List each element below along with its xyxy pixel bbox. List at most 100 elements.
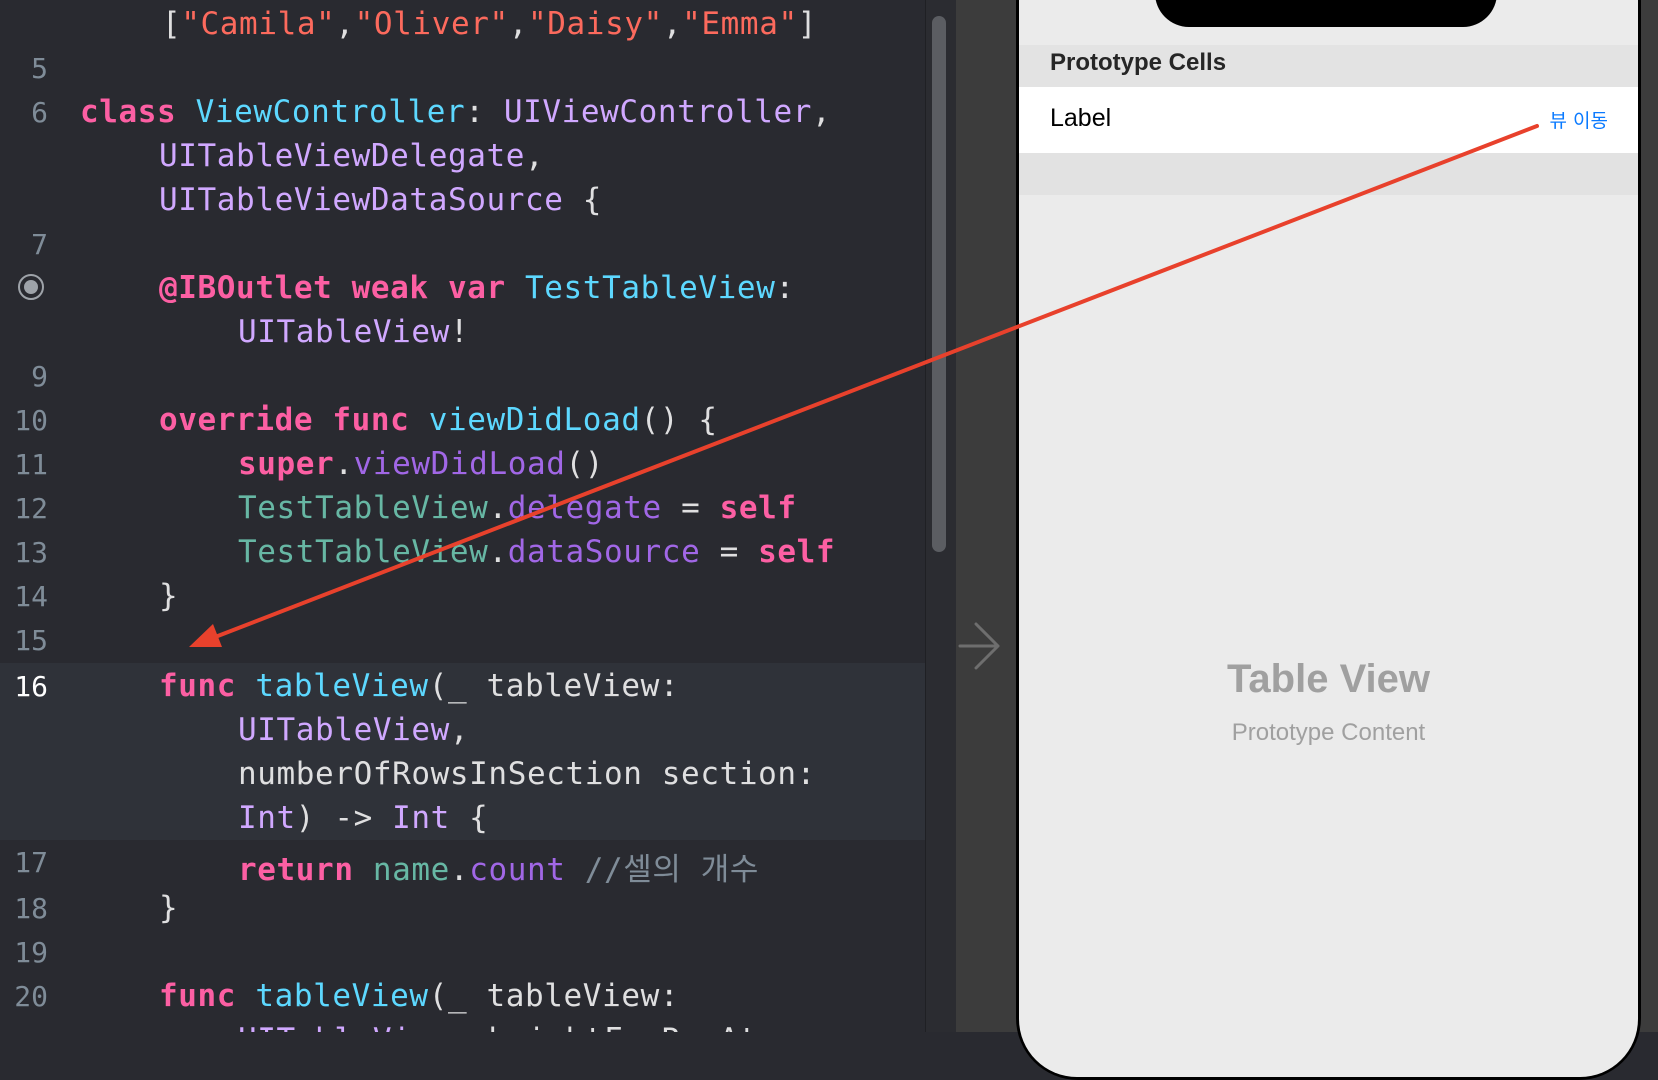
code-token: ViewController (195, 94, 466, 130)
code-line[interactable]: UITableViewDataSource { (0, 182, 925, 226)
code-line[interactable]: 15 (0, 622, 925, 666)
code-line[interactable]: UITableViewDelegate, (0, 138, 925, 182)
code-text: UITableViewDataSource { (159, 182, 602, 218)
code-line[interactable]: 18} (0, 890, 925, 934)
code-token: func (332, 402, 410, 438)
code-line[interactable]: 5 (0, 50, 925, 94)
code-text: UITableView, heightForRowAt (238, 1022, 758, 1032)
code-token: self (758, 534, 836, 570)
code-token: : (465, 94, 504, 130)
code-token: UITableViewDelegate (159, 138, 526, 174)
code-token: override (159, 402, 314, 438)
code-editor[interactable]: ["Camila","Oliver","Daisy","Emma"] 5 6 clas… (0, 0, 925, 1032)
code-line[interactable]: 20 func tableView(_ tableView: (0, 978, 925, 1022)
code-token: , (335, 6, 355, 42)
code-text: UITableView, (238, 712, 469, 748)
code-token: func (159, 978, 237, 1014)
code-text: } (159, 578, 178, 614)
code-token: super (238, 446, 335, 482)
code-token: [ (162, 6, 182, 42)
code-token: . (334, 446, 354, 482)
line-number: 6 (31, 96, 48, 129)
line-number: 19 (14, 936, 48, 969)
cell-label[interactable]: Label (1050, 104, 1111, 133)
prototype-cell[interactable] (1019, 87, 1638, 153)
code-line[interactable]: 17 return name.count //셀의 개수 (0, 844, 925, 888)
code-text: UITableView! (238, 314, 469, 350)
code-text: return name.count //셀의 개수 (238, 844, 759, 889)
code-token: . (488, 534, 508, 570)
code-line[interactable]: 10 override func viewDidLoad() { (0, 402, 925, 446)
code-line[interactable]: UITableView! (0, 314, 925, 358)
code-token: viewDidLoad (353, 446, 566, 482)
editor-scrollbar-thumb[interactable] (932, 16, 946, 552)
segue-arrow-icon (958, 622, 1000, 670)
code-token: , (812, 94, 832, 130)
outlet-connection-icon[interactable] (18, 274, 44, 300)
code-token: count (469, 852, 566, 888)
code-text: Int) -> Int { (238, 800, 488, 836)
code-line[interactable]: 6 class ViewController: UIViewController, (0, 94, 925, 138)
code-line[interactable]: @IBOutlet weak var TestTableView: (0, 270, 925, 314)
code-token: (_ tableView: (428, 978, 680, 1014)
code-token: ! (449, 314, 470, 350)
code-token: delegate (507, 490, 662, 526)
code-token: = (700, 534, 759, 570)
line-number: 9 (31, 360, 48, 393)
code-token: () { (640, 402, 718, 438)
code-token: { (449, 800, 489, 836)
code-token: , (662, 6, 683, 42)
code-line[interactable]: numberOfRowsInSection section: (0, 756, 925, 800)
code-token: "Daisy" (528, 6, 663, 42)
code-token: var (447, 270, 506, 306)
code-line[interactable]: Int) -> Int { (0, 800, 925, 844)
code-line[interactable]: 13 TestTableView.dataSource = self (0, 534, 925, 578)
code-text: TestTableView.dataSource = self (238, 534, 835, 570)
code-token: viewDidLoad (428, 402, 641, 438)
code-token: , (449, 712, 470, 748)
line-number: 15 (14, 624, 48, 657)
code-line[interactable]: 11 super.viewDidLoad() (0, 446, 925, 490)
code-token: weak (351, 270, 429, 306)
code-token: UITableView (238, 712, 450, 748)
code-token: @IBOutlet (159, 270, 333, 306)
code-line[interactable]: 9 (0, 358, 925, 402)
code-token: TestTableView (525, 270, 776, 306)
code-token: self (719, 490, 797, 526)
device-notch (1155, 0, 1497, 27)
code-line[interactable]: 7 (0, 226, 925, 270)
code-text: TestTableView.delegate = self (238, 490, 797, 526)
line-number: 17 (14, 846, 48, 879)
code-text: class ViewController: UIViewController, (80, 94, 831, 130)
code-token: UITableView (238, 1022, 450, 1032)
code-token: name (372, 852, 450, 888)
code-line[interactable]: 14} (0, 578, 925, 622)
code-line[interactable]: 12 TestTableView.delegate = self (0, 490, 925, 534)
code-token: class (80, 94, 177, 130)
line-number: 18 (14, 892, 48, 925)
code-token: return (238, 852, 354, 888)
cell-button[interactable]: 뷰 이동 (1550, 106, 1608, 133)
code-token: TestTableView (238, 490, 489, 526)
iphone-scene[interactable]: Prototype Cells Label 뷰 이동 Table View Pr… (1016, 0, 1641, 1080)
code-token: Int (238, 800, 296, 836)
code-line[interactable]: UITableView, heightForRowAt (0, 1022, 925, 1032)
code-line[interactable]: 16 func tableView(_ tableView: (0, 668, 925, 712)
table-view[interactable]: Prototype Cells Label 뷰 이동 Table View Pr… (1019, 0, 1638, 1077)
line-number: 10 (14, 404, 48, 437)
code-line[interactable]: UITableView, (0, 712, 925, 756)
code-token: tableView (255, 978, 429, 1014)
code-text: UITableViewDelegate, (159, 138, 544, 174)
code-token: "Camila" (181, 6, 336, 42)
line-number: 16 (14, 670, 48, 703)
code-line[interactable]: ["Camila","Oliver","Daisy","Emma"] (0, 6, 925, 50)
code-line[interactable]: 19 (0, 934, 925, 978)
section-title: Prototype Cells (1050, 49, 1227, 76)
